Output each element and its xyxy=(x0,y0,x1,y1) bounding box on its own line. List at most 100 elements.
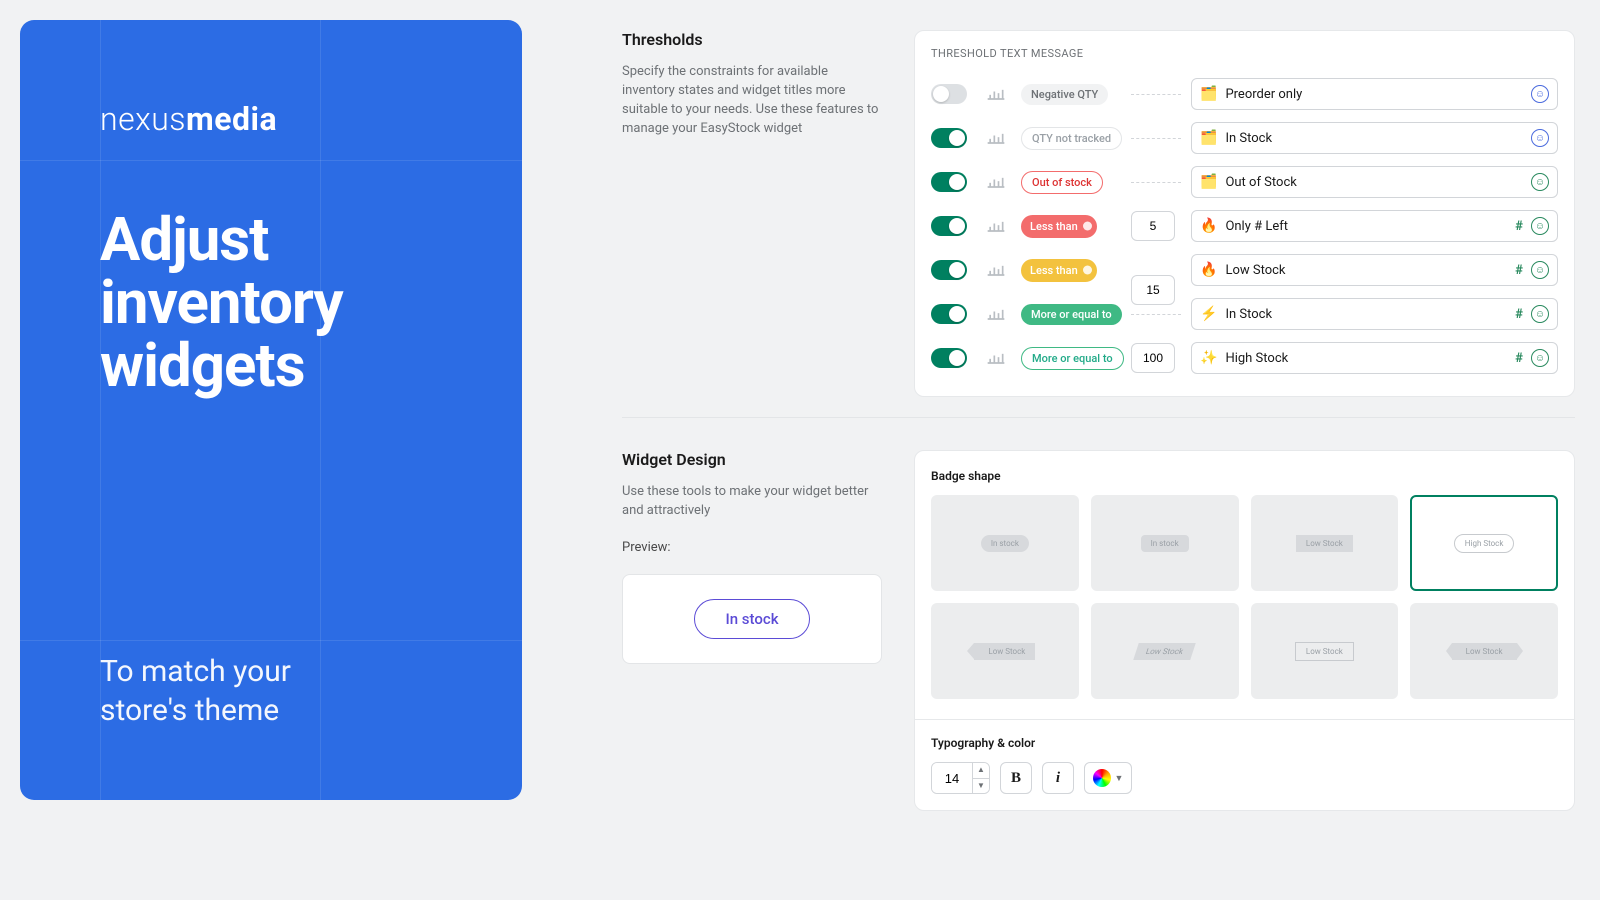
threshold-message-text: Low Stock xyxy=(1225,263,1507,278)
font-size-value[interactable] xyxy=(932,763,972,793)
promo-subtitle: To match your store's theme xyxy=(100,652,442,740)
design-heading: Widget Design xyxy=(622,450,882,469)
badge-shape-sample: High Stock xyxy=(1454,534,1515,553)
font-size-down[interactable]: ▼ xyxy=(973,778,989,793)
threshold-message-text: Preorder only xyxy=(1225,87,1523,102)
threshold-message-text: High Stock xyxy=(1225,351,1507,366)
emoji-picker-icon[interactable]: ☺ xyxy=(1531,349,1549,367)
threshold-message-input[interactable]: 🗂️ Preorder only ☺ xyxy=(1191,78,1558,110)
badge-shape-option[interactable]: Low Stock xyxy=(1410,603,1558,699)
threshold-message-input[interactable]: 🗂️ In Stock ☺ xyxy=(1191,122,1558,154)
hash-icon[interactable]: # xyxy=(1515,351,1523,366)
chevron-down-icon: ▼ xyxy=(1115,773,1124,784)
emoji-picker-icon[interactable]: ☺ xyxy=(1531,129,1549,147)
design-description: Use these tools to make your widget bett… xyxy=(622,483,882,521)
threshold-toggle[interactable] xyxy=(931,348,967,368)
badge-shape-option[interactable]: In stock xyxy=(931,495,1079,591)
threshold-toggle[interactable] xyxy=(931,216,967,236)
hash-icon[interactable]: # xyxy=(1515,307,1523,322)
threshold-emoji-icon: ✨ xyxy=(1200,350,1217,366)
threshold-connector xyxy=(1131,180,1181,185)
italic-button[interactable]: i xyxy=(1042,762,1074,794)
threshold-toggle[interactable] xyxy=(931,260,967,280)
badge-shape-sample: In stock xyxy=(981,535,1029,552)
threshold-emoji-icon: 🗂️ xyxy=(1200,174,1217,190)
threshold-toggle[interactable] xyxy=(931,304,967,324)
threshold-row: Less than 🔥 Only # Left # ☺ xyxy=(931,204,1558,248)
badge-shape-sample: Low Stock xyxy=(1296,535,1353,552)
font-size-up[interactable]: ▲ xyxy=(973,763,989,778)
threshold-message-input[interactable]: ⚡ In Stock # ☺ xyxy=(1191,298,1558,330)
badge-shape-option[interactable]: Low Stock xyxy=(1091,603,1239,699)
threshold-chip: Less than xyxy=(1021,215,1097,238)
threshold-row: More or equal to ✨ High Stock # ☺ xyxy=(931,336,1558,380)
threshold-row: QTY not tracked 🗂️ In Stock ☺ xyxy=(931,116,1558,160)
badge-shape-option[interactable]: Low Stock xyxy=(1251,495,1399,591)
thresholds-description: Specify the constraints for available in… xyxy=(622,63,882,138)
threshold-value-input[interactable] xyxy=(1131,211,1175,241)
emoji-picker-icon[interactable]: ☺ xyxy=(1531,305,1549,323)
threshold-row: Less than 🔥 Low Stock # ☺ xyxy=(931,248,1558,292)
threshold-connector xyxy=(1131,136,1181,141)
bars-icon xyxy=(981,175,1011,189)
threshold-message-input[interactable]: 🗂️ Out of Stock ☺ xyxy=(1191,166,1558,198)
bars-icon xyxy=(981,307,1011,321)
bars-icon xyxy=(981,263,1011,277)
bars-icon xyxy=(981,131,1011,145)
badge-shape-option[interactable]: Low Stock xyxy=(931,603,1079,699)
threshold-chip: More or equal to xyxy=(1021,304,1122,325)
thresholds-panel: THRESHOLD TEXT MESSAGE Negative QTY 🗂️ Pre… xyxy=(914,30,1575,397)
hash-icon[interactable]: # xyxy=(1515,219,1523,234)
threshold-message-input[interactable]: 🔥 Only # Left # ☺ xyxy=(1191,210,1558,242)
badge-shape-sample: Low Stock xyxy=(1452,643,1517,660)
threshold-message-text: Out of Stock xyxy=(1225,175,1523,190)
threshold-emoji-icon: 🔥 xyxy=(1200,262,1217,278)
threshold-value-input[interactable] xyxy=(1131,343,1175,373)
threshold-toggle[interactable] xyxy=(931,128,967,148)
threshold-toggle[interactable] xyxy=(931,172,967,192)
threshold-row: Negative QTY 🗂️ Preorder only ☺ xyxy=(931,72,1558,116)
emoji-picker-icon[interactable]: ☺ xyxy=(1531,261,1549,279)
badge-shape-sample: Low Stock xyxy=(1133,643,1195,660)
threshold-message-input[interactable]: ✨ High Stock # ☺ xyxy=(1191,342,1558,374)
threshold-chip: Less than xyxy=(1021,259,1097,282)
threshold-emoji-icon: 🔥 xyxy=(1200,218,1217,234)
threshold-chip: More or equal to xyxy=(1021,347,1124,370)
badge-shape-option[interactable]: In stock xyxy=(1091,495,1239,591)
threshold-message-text: In Stock xyxy=(1225,131,1523,146)
hash-icon[interactable]: # xyxy=(1515,263,1523,278)
brand-logo: nexusmedia xyxy=(100,100,442,138)
threshold-message-input[interactable]: 🔥 Low Stock # ☺ xyxy=(1191,254,1558,286)
threshold-chip: QTY not tracked xyxy=(1021,127,1122,150)
font-size-input[interactable]: ▲ ▼ xyxy=(931,762,990,794)
preview-badge: In stock xyxy=(694,599,809,639)
preview-box: In stock xyxy=(622,574,882,664)
typography-title: Typography & color xyxy=(931,736,1558,750)
thresholds-panel-title: THRESHOLD TEXT MESSAGE xyxy=(931,47,1558,60)
emoji-picker-icon[interactable]: ☺ xyxy=(1531,217,1549,235)
badge-shape-option[interactable]: Low Stock xyxy=(1251,603,1399,699)
badge-shape-sample: Low Stock xyxy=(1295,642,1354,661)
threshold-connector xyxy=(1131,92,1181,97)
threshold-message-text: In Stock xyxy=(1225,307,1507,322)
threshold-emoji-icon: 🗂️ xyxy=(1200,130,1217,146)
color-wheel-icon xyxy=(1093,769,1111,787)
threshold-chip: Negative QTY xyxy=(1021,84,1108,105)
threshold-emoji-icon: 🗂️ xyxy=(1200,86,1217,102)
bars-icon xyxy=(981,87,1011,101)
badge-shape-sample: Low Stock xyxy=(974,643,1035,660)
emoji-picker-icon[interactable]: ☺ xyxy=(1531,173,1549,191)
threshold-toggle[interactable] xyxy=(931,84,967,104)
threshold-message-text: Only # Left xyxy=(1225,219,1507,234)
threshold-connector xyxy=(1131,312,1181,317)
threshold-chip: Out of stock xyxy=(1021,171,1103,194)
threshold-emoji-icon: ⚡ xyxy=(1200,306,1217,322)
badge-shape-option[interactable]: High Stock xyxy=(1410,495,1558,591)
thresholds-heading: Thresholds xyxy=(622,30,882,49)
bold-button[interactable]: B xyxy=(1000,762,1032,794)
design-panel: Badge shape In stockIn stockLow StockHig… xyxy=(914,450,1575,811)
threshold-value-input[interactable] xyxy=(1131,275,1175,305)
bars-icon xyxy=(981,351,1011,365)
color-picker-button[interactable]: ▼ xyxy=(1084,762,1132,794)
emoji-picker-icon[interactable]: ☺ xyxy=(1531,85,1549,103)
